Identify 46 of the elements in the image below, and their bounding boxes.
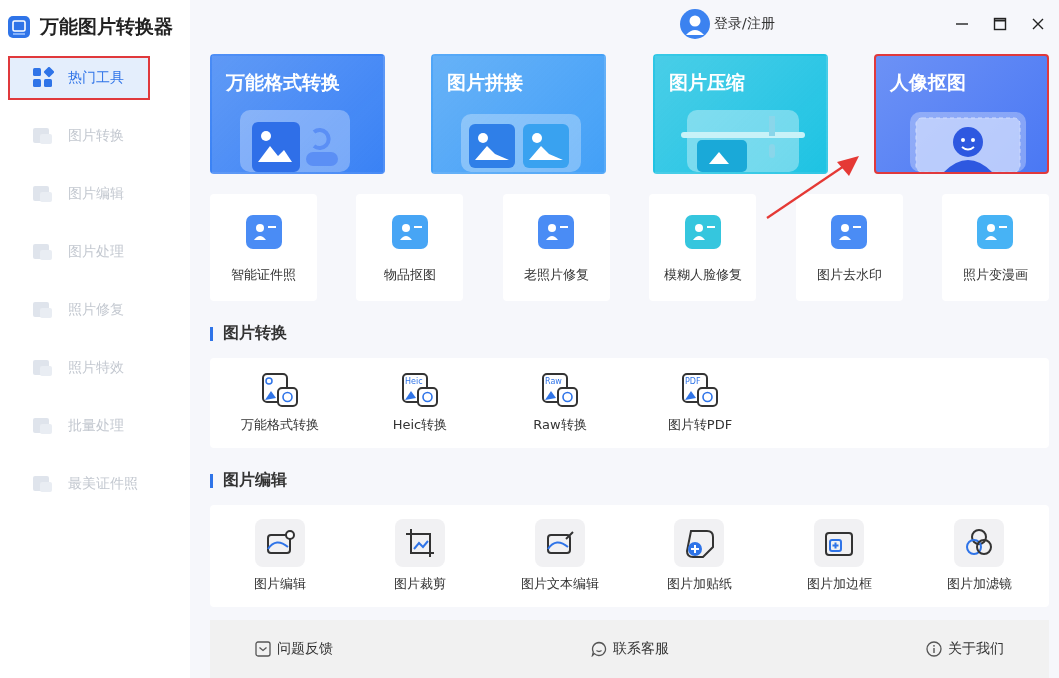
footer-link[interactable]: 联系客服 — [590, 640, 669, 658]
edit-tool-icon — [674, 519, 725, 567]
tool-item[interactable]: 图片编辑 — [210, 519, 350, 593]
tool-item[interactable]: Heic Heic转换 — [350, 372, 490, 434]
tool-item[interactable]: 图片加边框 — [769, 519, 910, 593]
app-title: 万能图片转换器 — [40, 14, 173, 39]
image-icon — [32, 243, 54, 261]
edit-tool-icon — [814, 519, 865, 567]
tool-tile[interactable]: 物品抠图 — [356, 194, 464, 301]
close-icon — [1031, 17, 1045, 31]
info-icon — [926, 641, 942, 657]
image-icon — [32, 185, 54, 203]
image-icon — [32, 417, 54, 435]
tool-tile[interactable]: 模糊人脸修复 — [649, 194, 757, 301]
tool-item[interactable]: 图片加滤镜 — [909, 519, 1049, 593]
section-title: 图片转换 — [223, 323, 287, 344]
tool-item[interactable]: PDF 图片转PDF — [630, 372, 770, 434]
tool-tile[interactable]: 老照片修复 — [502, 194, 610, 301]
edit-tool-icon — [394, 519, 445, 567]
edit-tool-icon — [954, 519, 1005, 567]
section-title: 图片编辑 — [223, 470, 287, 491]
format-convert-icon — [261, 372, 299, 408]
login-button[interactable]: 登录/注册 — [680, 9, 775, 39]
tool-item[interactable]: 图片文本编辑 — [489, 519, 630, 593]
tool-item[interactable]: 图片加贴纸 — [629, 519, 770, 593]
edit-tool-icon — [534, 519, 585, 567]
image-icon — [32, 359, 54, 377]
app-logo-icon — [8, 16, 30, 38]
tool-tile[interactable]: 照片变漫画 — [941, 194, 1049, 301]
footer-link[interactable]: 问题反馈 — [255, 640, 333, 658]
edit-tool-icon — [254, 519, 305, 567]
chat-icon — [590, 641, 607, 657]
tool-item[interactable]: Raw Raw转换 — [490, 372, 630, 434]
tool-tile[interactable]: 图片去水印 — [795, 194, 903, 301]
tool-item[interactable]: 图片裁剪 — [349, 519, 490, 593]
tool-item[interactable]: 万能格式转换 — [210, 372, 350, 434]
avatar-icon — [680, 9, 710, 39]
maximize-icon — [993, 17, 1007, 31]
grid-icon — [32, 67, 54, 89]
footer-link[interactable]: 关于我们 — [926, 640, 1004, 658]
image-icon — [32, 127, 54, 145]
sidebar-item[interactable]: 热门工具 — [8, 56, 150, 100]
image-icon — [32, 301, 54, 319]
image-icon — [32, 475, 54, 493]
tool-tile[interactable]: 智能证件照 — [210, 194, 317, 301]
feedback-icon — [255, 641, 271, 657]
